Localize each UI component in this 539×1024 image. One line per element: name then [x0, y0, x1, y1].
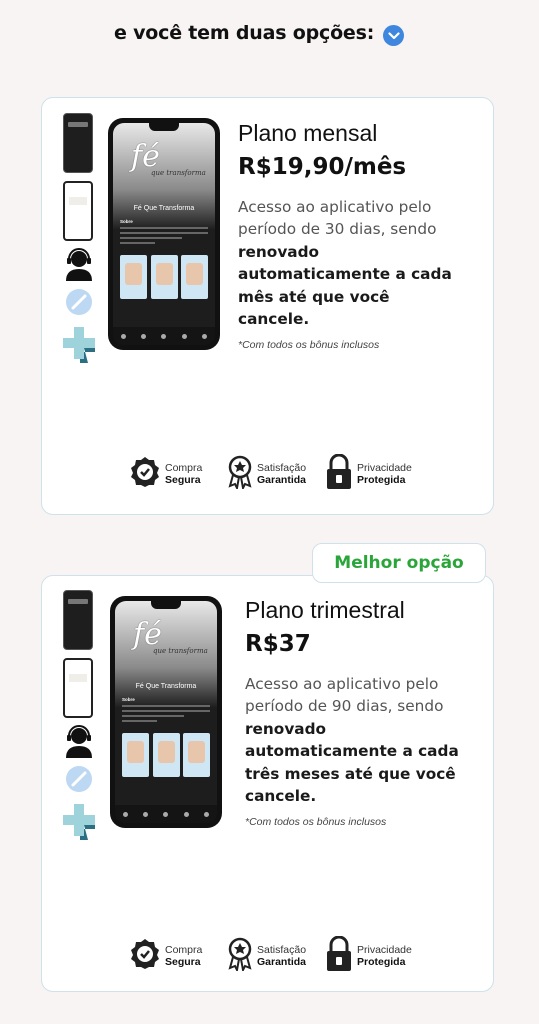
app-preview-thumbnail [63, 658, 93, 718]
plan-info: Plano mensal R$19,90/mês Acesso ao aplic… [238, 120, 463, 351]
trust-badges: Compra Segura Satisfação Garantida Privaci… [129, 935, 419, 976]
plan-description: Acesso ao aplicativo pelo período de 30 … [238, 198, 452, 329]
phone-mockup: fé que transforma Fé Que Transforma Sobr… [108, 118, 220, 350]
plan-name: Plano mensal [238, 120, 378, 146]
app-about-text [120, 227, 208, 247]
app-bottom-nav [113, 327, 215, 345]
plan-note: *Com todos os bônus inclusos [245, 816, 387, 829]
privacy-badge: Privacidade Protegida [325, 453, 412, 494]
award-ribbon-icon [227, 937, 253, 975]
award-ribbon-icon [227, 455, 253, 493]
app-content-cards [120, 255, 208, 299]
app-screen: fé que transforma Fé Que Transforma Sobr… [115, 601, 217, 823]
app-preview-thumbnail [63, 113, 93, 173]
plan-name: Plano trimestral [245, 597, 405, 623]
secure-purchase-badge: Compra Segura [129, 455, 202, 493]
support-agent-icon [56, 247, 102, 281]
plan-description-bold: renovado automaticamente a cada três mes… [245, 719, 459, 806]
plan-info: Plano trimestral R$37 Acesso ao aplicati… [245, 597, 470, 828]
app-about-heading: Sobre [120, 219, 133, 224]
app-logo-subtitle: que transforma [151, 169, 206, 177]
app-logo-subtitle: que transforma [153, 647, 208, 655]
satisfaction-badge: Satisfação Garantida [227, 937, 306, 975]
app-title: Fé Que Transforma [133, 205, 195, 212]
plan-card-quarterly[interactable]: fé que transforma Fé Que Transforma Sobr… [41, 575, 494, 992]
section-header: e você tem duas opções: [0, 18, 539, 54]
plan-description-bold: renovado automaticamente a cada mês até … [238, 242, 452, 329]
app-screen: fé que transforma Fé Que Transforma Sobr… [113, 123, 215, 345]
app-about-text [122, 705, 210, 725]
phone-mockup: fé que transforma Fé Que Transforma Sobr… [110, 596, 222, 828]
check-seal-icon [129, 456, 161, 492]
plus-icon [56, 323, 102, 363]
blue-circle-icon [56, 287, 102, 317]
plus-icon [56, 800, 102, 840]
app-preview-thumbnail [63, 181, 93, 241]
app-about-heading: Sobre [122, 697, 135, 702]
privacy-badge: Privacidade Protegida [325, 935, 412, 976]
feature-thumbnails [56, 590, 102, 840]
check-seal-icon [129, 938, 161, 974]
app-content-cards [122, 733, 210, 777]
plan-note: *Com todos os bônus inclusos [238, 339, 380, 352]
plan-card-monthly[interactable]: fé que transforma Fé Que Transforma Sobr… [41, 97, 494, 515]
section-title: e você tem duas opções: [114, 22, 375, 44]
app-bottom-nav [115, 805, 217, 823]
blue-circle-icon [56, 764, 102, 794]
secure-purchase-badge: Compra Segura [129, 937, 202, 975]
best-option-badge: Melhor opção [312, 543, 486, 583]
app-preview-thumbnail [63, 590, 93, 650]
app-title: Fé Que Transforma [135, 683, 197, 690]
plan-price: R$37 [245, 631, 311, 657]
chevron-down-icon[interactable] [383, 25, 404, 46]
trust-badges: Compra Segura Satisfação Garantida Privaci… [129, 453, 419, 494]
feature-thumbnails [56, 113, 102, 363]
plan-price: R$19,90/mês [238, 154, 407, 180]
padlock-icon [325, 453, 353, 494]
best-option-label: Melhor opção [334, 553, 464, 573]
padlock-icon [325, 935, 353, 976]
support-agent-icon [56, 724, 102, 758]
satisfaction-badge: Satisfação Garantida [227, 455, 306, 493]
plan-description: Acesso ao aplicativo pelo período de 90 … [245, 675, 459, 806]
